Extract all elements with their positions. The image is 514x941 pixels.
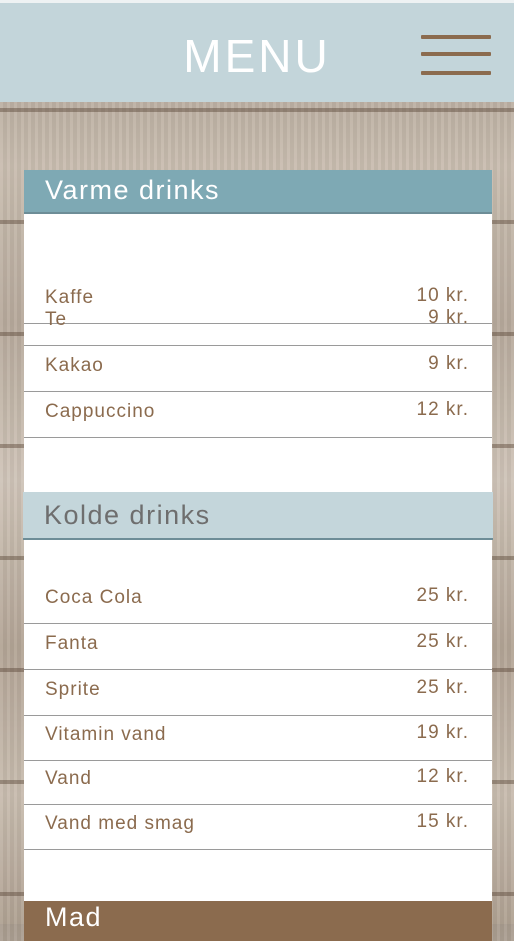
- section-header-varme-drinks: Varme drinks: [24, 170, 492, 214]
- item-name: Vand: [45, 768, 92, 789]
- menu-item-row: Vitamin vand 19 kr.: [24, 716, 492, 761]
- top-bar: MENU: [0, 0, 514, 102]
- menu-item-row: Vand 12 kr.: [24, 761, 492, 805]
- item-price: 19 kr.: [416, 722, 469, 743]
- item-name: Coca Cola: [45, 587, 143, 608]
- item-name: Fanta: [45, 633, 99, 654]
- hamburger-line: [421, 35, 491, 39]
- item-price: 25 kr.: [416, 677, 469, 698]
- item-price: 25 kr.: [416, 585, 469, 606]
- item-price: 15 kr.: [416, 811, 469, 832]
- hamburger-menu-icon[interactable]: [421, 33, 493, 79]
- menu-item-row: Te 9 kr.: [24, 302, 492, 346]
- item-name: Te: [45, 309, 68, 330]
- menu-item-row: Cappuccino 12 kr.: [24, 392, 492, 438]
- section-header-mad: Mad: [24, 901, 492, 941]
- item-name: Kakao: [45, 355, 104, 376]
- item-price: 9 kr.: [428, 353, 469, 374]
- item-name: Cappuccino: [45, 401, 156, 422]
- menu-item-row: Coca Cola 25 kr.: [24, 582, 492, 624]
- item-price: 12 kr.: [416, 766, 469, 787]
- item-price: 12 kr.: [416, 399, 469, 420]
- item-name: Vand med smag: [45, 813, 195, 834]
- section-header-kolde-drinks: Kolde drinks: [23, 492, 493, 540]
- hamburger-line: [421, 71, 491, 75]
- item-price: 9 kr.: [428, 307, 469, 328]
- menu-item-row: Vand med smag 15 kr.: [24, 805, 492, 850]
- hamburger-line: [421, 52, 491, 56]
- menu-panel: Varme drinks Kaffe 10 kr. Te 9 kr. Kakao…: [23, 170, 493, 941]
- menu-item-row: Kakao 9 kr.: [24, 346, 492, 392]
- item-name: Sprite: [45, 679, 101, 700]
- menu-item-row: Sprite 25 kr.: [24, 670, 492, 716]
- menu-item-row: Fanta 25 kr.: [24, 624, 492, 670]
- item-name: Vitamin vand: [45, 724, 167, 745]
- item-price: 25 kr.: [416, 631, 469, 652]
